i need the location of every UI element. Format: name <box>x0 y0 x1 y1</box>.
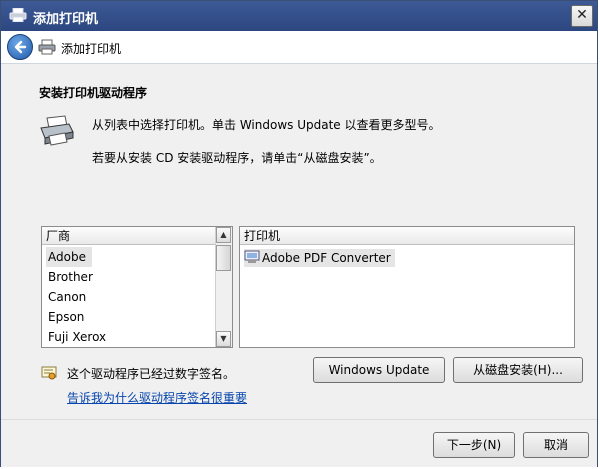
list-item[interactable]: Brother <box>46 267 106 287</box>
window-title: 添加打印机 <box>33 12 99 27</box>
scroll-down-button[interactable]: ▼ <box>216 331 231 347</box>
printer-list[interactable]: 打印机 Adobe PDF Converter <box>239 226 575 348</box>
nav-title: 添加打印机 <box>61 42 122 56</box>
have-disk-button[interactable]: 从磁盘安装(H)... <box>453 357 583 383</box>
back-button[interactable] <box>7 34 33 60</box>
list-item[interactable]: Adobe <box>46 247 92 267</box>
printer-driver-icon <box>244 250 260 263</box>
driver-signing-link[interactable]: 告诉我为什么驱动程序签名很重要 <box>67 389 247 406</box>
list-item[interactable]: Epson <box>46 307 106 327</box>
close-button[interactable]: ✕ <box>571 5 593 27</box>
printer-icon <box>40 115 74 146</box>
manufacturer-scrollbar[interactable]: ▲ ▼ <box>215 227 232 347</box>
disk-instruction-text: 若要从安装 CD 安装驱动程序，请单击“从磁盘安装”。 <box>92 151 382 165</box>
footer: 下一步(N) 取消 <box>1 419 597 467</box>
scroll-up-button[interactable]: ▲ <box>216 227 231 243</box>
title-bar: 添加打印机 ✕ <box>1 1 597 31</box>
content-area: 安装打印机驱动程序 从列表中选择打印机。单击 Windows Update 以查… <box>1 64 597 419</box>
signature-status: 这个驱动程序已经过数字签名。 <box>67 367 236 381</box>
list-item[interactable]: Fuji Xerox <box>46 327 106 347</box>
next-button[interactable]: 下一步(N) <box>433 432 515 458</box>
manufacturer-column-header[interactable]: 厂商 <box>42 227 216 245</box>
printer-icon <box>38 39 56 55</box>
certificate-icon <box>41 366 57 380</box>
navigation-bar: 添加打印机 <box>1 31 597 64</box>
list-item[interactable]: Canon <box>46 287 106 307</box>
cancel-button[interactable]: 取消 <box>523 432 589 458</box>
manufacturer-list[interactable]: 厂商 Adobe Brother Canon Epson Fuji Xerox … <box>41 226 233 348</box>
back-arrow-icon <box>14 40 27 54</box>
list-item[interactable]: Adobe PDF Converter <box>244 249 395 267</box>
printer-icon <box>9 8 27 22</box>
scroll-thumb[interactable] <box>216 245 231 271</box>
page-heading: 安装打印机驱动程序 <box>39 86 148 100</box>
printer-column-header[interactable]: 打印机 <box>240 227 574 245</box>
windows-update-button[interactable]: Windows Update <box>313 357 445 383</box>
printer-item-label: Adobe PDF Converter <box>262 251 391 265</box>
add-printer-window: 添加打印机 ✕ 添加打印机 安装打印机驱动程序 从列表中选择打印机。单击 Win… <box>0 0 598 467</box>
instruction-text: 从列表中选择打印机。单击 Windows Update 以查看更多型号。 <box>92 118 441 132</box>
